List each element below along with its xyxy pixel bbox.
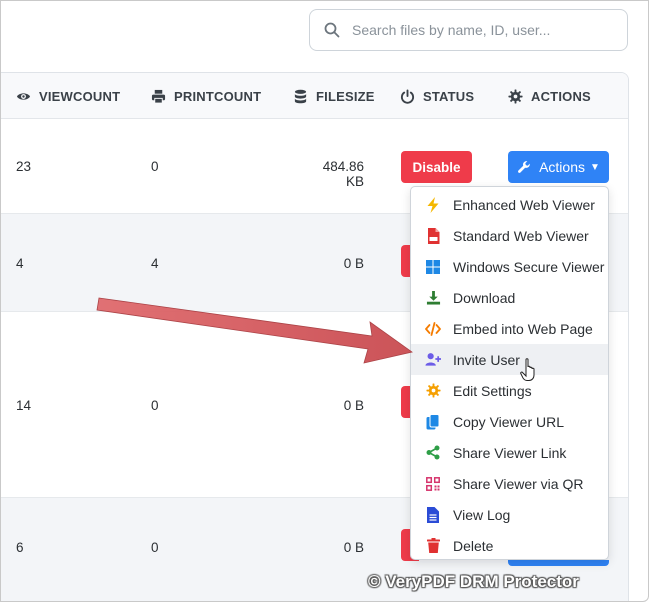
menu-item-label: Delete: [453, 537, 494, 554]
menu-item-enhanced-web-viewer[interactable]: Enhanced Web Viewer: [411, 189, 608, 220]
menu-item-label: Embed into Web Page: [453, 320, 593, 337]
search-input[interactable]: [352, 22, 622, 38]
menu-item-delete[interactable]: Delete: [411, 530, 608, 561]
menu-item-copy-viewer-url[interactable]: Copy Viewer URL: [411, 406, 608, 437]
menu-item-download[interactable]: Download: [411, 282, 608, 313]
header-label: ACTIONS: [531, 88, 591, 104]
menu-item-share-viewer-via-qr[interactable]: Share Viewer via QR: [411, 468, 608, 499]
menu-item-label: Copy Viewer URL: [453, 413, 565, 430]
menu-item-label: Standard Web Viewer: [453, 227, 589, 244]
header-label: FILESIZE: [316, 88, 375, 104]
gear-icon: [425, 383, 441, 399]
trash-icon: [425, 538, 441, 554]
power-icon: [400, 88, 415, 104]
file-text-icon: [425, 506, 441, 523]
actions-dropdown-menu: Enhanced Web Viewer Standard Web Viewer …: [410, 186, 609, 560]
eye-icon: [16, 89, 31, 104]
printcount-cell: 0: [151, 398, 159, 413]
disable-button[interactable]: Disable: [401, 151, 472, 183]
viewcount-cell: 23: [16, 159, 32, 174]
header-label: PRINTCOUNT: [174, 88, 262, 104]
header-viewcount[interactable]: VIEWCOUNT: [16, 73, 120, 119]
search-icon: [324, 22, 340, 38]
windows-icon: [425, 259, 441, 275]
table-header: VIEWCOUNT PRINTCOUNT FILESIZE STATUS ACT…: [0, 73, 628, 119]
printcount-cell: 4: [151, 256, 159, 271]
menu-item-edit-settings[interactable]: Edit Settings: [411, 375, 608, 406]
menu-item-embed-into-web-page[interactable]: Embed into Web Page: [411, 313, 608, 344]
filesize-cell: 0 B: [343, 256, 364, 271]
database-icon: [293, 89, 308, 104]
code-icon: [425, 321, 441, 337]
search-box[interactable]: [309, 9, 628, 51]
download-icon: [425, 290, 441, 306]
menu-item-label: Windows Secure Viewer: [453, 258, 605, 275]
pdf-file-icon: [425, 227, 441, 244]
user-plus-icon: [425, 352, 441, 368]
header-label: VIEWCOUNT: [39, 88, 121, 104]
hand-cursor-icon: [520, 358, 535, 381]
gear-icon: [508, 88, 523, 104]
viewcount-cell: 6: [16, 540, 24, 555]
wrench-icon: [517, 160, 531, 174]
viewcount-cell: 4: [16, 256, 24, 271]
menu-item-windows-secure-viewer[interactable]: Windows Secure Viewer: [411, 251, 608, 282]
viewcount-cell: 14: [16, 398, 32, 413]
menu-item-standard-web-viewer[interactable]: Standard Web Viewer: [411, 220, 608, 251]
filesize-cell: 0 B: [343, 398, 364, 413]
filesize-cell: 484.86 KB: [322, 159, 364, 189]
header-status[interactable]: STATUS: [400, 73, 474, 119]
header-label: STATUS: [423, 88, 475, 104]
qrcode-icon: [425, 476, 441, 492]
menu-item-label: Share Viewer Link: [453, 444, 567, 461]
actions-label: Actions: [539, 159, 585, 175]
menu-item-label: Share Viewer via QR: [453, 475, 584, 492]
printer-icon: [151, 89, 166, 104]
bolt-icon: [425, 196, 441, 213]
watermark-text: © VeryPDF DRM Protector: [368, 572, 579, 591]
printcount-cell: 0: [151, 159, 159, 174]
header-printcount[interactable]: PRINTCOUNT: [151, 73, 261, 119]
share-icon: [425, 445, 441, 461]
menu-item-label: Invite User: [453, 351, 520, 368]
copy-icon: [425, 413, 441, 430]
filesize-cell: 0 B: [343, 540, 364, 555]
menu-item-label: View Log: [453, 506, 511, 523]
actions-button[interactable]: Actions ▼: [508, 151, 609, 183]
menu-item-label: Edit Settings: [453, 382, 532, 399]
menu-item-invite-user[interactable]: Invite User: [411, 344, 608, 375]
caret-down-icon: ▼: [590, 161, 600, 173]
menu-item-share-viewer-link[interactable]: Share Viewer Link: [411, 437, 608, 468]
printcount-cell: 0: [151, 540, 159, 555]
menu-item-view-log[interactable]: View Log: [411, 499, 608, 530]
menu-item-label: Download: [453, 289, 516, 306]
header-filesize[interactable]: FILESIZE: [293, 73, 375, 119]
menu-item-label: Enhanced Web Viewer: [453, 196, 595, 213]
header-actions: ACTIONS: [508, 73, 591, 119]
